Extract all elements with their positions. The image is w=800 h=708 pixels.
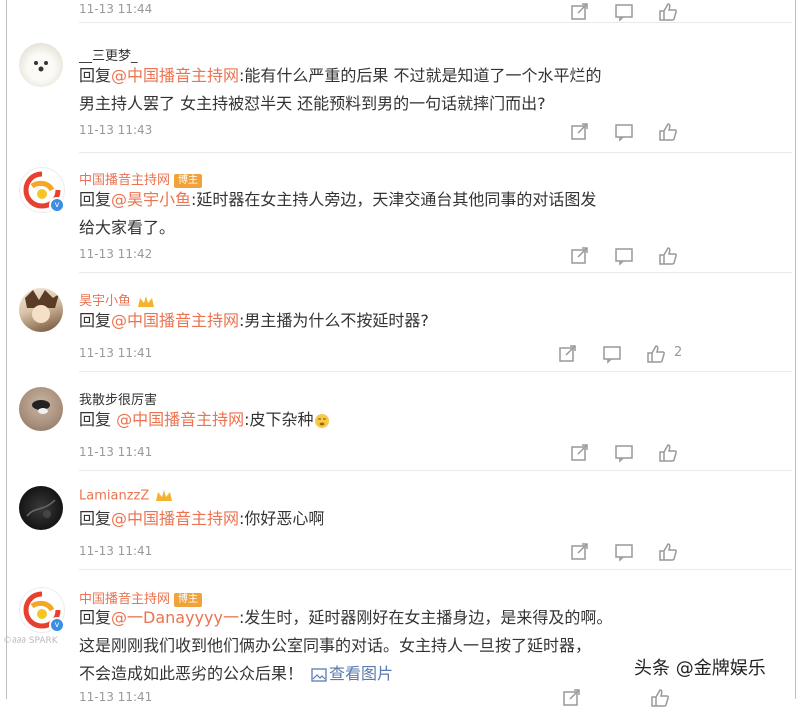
comment-time: 11-13 11:41 xyxy=(79,346,153,360)
verified-icon: v xyxy=(49,617,65,633)
avatar[interactable] xyxy=(19,486,63,530)
comment-actions xyxy=(570,2,690,22)
dog-avatar-icon xyxy=(34,61,48,72)
divider xyxy=(79,152,792,153)
like-icon[interactable] xyxy=(650,688,670,708)
view-image-link[interactable]: 查看图片 xyxy=(303,664,393,683)
comment-actions: 2 xyxy=(558,344,688,364)
username-row: LamianzzZ xyxy=(79,488,173,504)
username[interactable]: LamianzzZ xyxy=(79,489,149,504)
comment-time: 11-13 11:41 xyxy=(79,544,153,558)
comment-body: :延时器在女主持人旁边，天津交通台其他同事的对话图发 xyxy=(191,190,597,209)
comment-actions xyxy=(570,443,690,463)
mention-link[interactable]: @中国播音主持网 xyxy=(111,509,239,528)
forward-icon[interactable] xyxy=(570,246,590,266)
reply-prefix: 回复 xyxy=(79,410,117,429)
avatar[interactable] xyxy=(19,288,63,332)
mention-link[interactable]: @一Danayyyy一 xyxy=(111,608,239,627)
comment-icon[interactable] xyxy=(602,344,622,364)
reply-prefix: 回复 xyxy=(79,66,112,85)
comment-icon[interactable] xyxy=(614,542,634,562)
comment-actions xyxy=(570,542,690,562)
divider xyxy=(79,470,792,471)
right-border xyxy=(795,0,796,699)
comment-text: 回复@中国播音主持网:男主播为什么不按延时器? xyxy=(79,307,679,335)
avatar[interactable] xyxy=(19,387,63,431)
forward-icon[interactable] xyxy=(562,688,582,708)
divider xyxy=(79,371,792,372)
comment-body: :你好恶心啊 xyxy=(239,509,325,528)
forward-icon[interactable] xyxy=(570,443,590,463)
reply-prefix: 回复 xyxy=(79,509,112,528)
comment-icon[interactable] xyxy=(614,122,634,142)
like-icon[interactable] xyxy=(658,542,678,562)
comment-text: 回复@一Danayyyy一:发生时，延时器刚好在女主播身边，是来得及的啊。 这是… xyxy=(79,604,679,688)
like-button[interactable]: 2 xyxy=(646,344,686,364)
reply-prefix: 回复 xyxy=(79,608,112,627)
comment-body: :皮下杂种 xyxy=(244,410,314,429)
forward-icon[interactable] xyxy=(570,122,590,142)
forward-icon[interactable] xyxy=(558,344,578,364)
comment-time: 11-13 11:41 xyxy=(79,690,153,704)
comment-body: :男主播为什么不按延时器? xyxy=(239,311,429,330)
forward-icon[interactable] xyxy=(570,2,590,22)
comment-icon[interactable] xyxy=(614,443,634,463)
like-icon[interactable] xyxy=(658,122,678,142)
mention-link[interactable]: @昊宇小鱼 xyxy=(111,190,191,209)
comment-time: 11-13 11:44 xyxy=(79,2,153,16)
pet-avatar-icon xyxy=(32,400,50,414)
mention-link[interactable]: @中国播音主持网 xyxy=(111,311,239,330)
comment-body: 这是刚刚我们收到他们俩办公室同事的对话。女主持人一旦按了延时器， xyxy=(79,636,592,655)
divider xyxy=(79,272,792,273)
comment-text: 回复@中国播音主持网:能有什么严重的后果 不过就是知道了一个水平烂的 男主持人罢… xyxy=(79,62,679,118)
comment-body: 不会造成如此恶劣的公众后果！ xyxy=(79,664,304,683)
left-border xyxy=(6,0,7,699)
forward-icon[interactable] xyxy=(570,542,590,562)
comment-time: 11-13 11:41 xyxy=(79,445,153,459)
comment-icon[interactable] xyxy=(614,246,634,266)
comment-text: 回复 @中国播音主持网:皮下杂种 xyxy=(79,406,679,434)
like-count: 2 xyxy=(674,345,683,360)
mention-link[interactable]: @中国播音主持网 xyxy=(111,66,239,85)
mention-link[interactable]: @中国播音主持网 xyxy=(116,410,244,429)
reply-prefix: 回复 xyxy=(79,311,112,330)
comment-text: 回复@中国播音主持网:你好恶心啊 xyxy=(79,505,679,533)
comment-body: 男主持人罢了 女主持被怼半天 还能预料到男的一句话就摔门而出? xyxy=(79,94,546,113)
like-icon[interactable] xyxy=(658,443,678,463)
divider xyxy=(79,22,792,23)
like-icon xyxy=(647,345,665,363)
reply-prefix: 回复 xyxy=(79,190,112,209)
verified-icon: v xyxy=(49,197,65,213)
comment-time: 11-13 11:42 xyxy=(79,247,153,261)
comment-list: 11-13 11:44 __三更梦_ 回复@中国播音主持网:能有什么严重的后果 … xyxy=(0,0,800,707)
comment-text: 回复@昊宇小鱼:延时器在女主持人旁边，天津交通台其他同事的对话图发 给大家看了。 xyxy=(79,186,679,242)
anime-avatar-icon xyxy=(25,290,59,323)
comment-actions xyxy=(570,246,690,266)
crown-icon xyxy=(156,490,173,501)
divider xyxy=(79,569,792,570)
like-icon[interactable] xyxy=(658,2,678,22)
site-watermark: ©∂∂∂ SPARK xyxy=(3,636,58,646)
comment-time: 11-13 11:43 xyxy=(79,123,153,137)
comment-body: :发生时，延时器刚好在女主播身边，是来得及的啊。 xyxy=(238,608,613,627)
dark-avatar-icon xyxy=(26,499,56,518)
comment-icon[interactable] xyxy=(614,2,634,22)
avatar[interactable] xyxy=(19,43,63,87)
image-icon xyxy=(311,667,327,682)
emoji-icon xyxy=(314,413,329,428)
like-icon[interactable] xyxy=(658,246,678,266)
comment-body: :能有什么严重的后果 不过就是知道了一个水平烂的 xyxy=(239,66,602,85)
comment-body: 给大家看了。 xyxy=(79,218,176,237)
comment-actions xyxy=(562,688,692,708)
comment-actions xyxy=(570,122,690,142)
toutiao-watermark: 头条 @金牌娱乐 xyxy=(634,658,766,679)
